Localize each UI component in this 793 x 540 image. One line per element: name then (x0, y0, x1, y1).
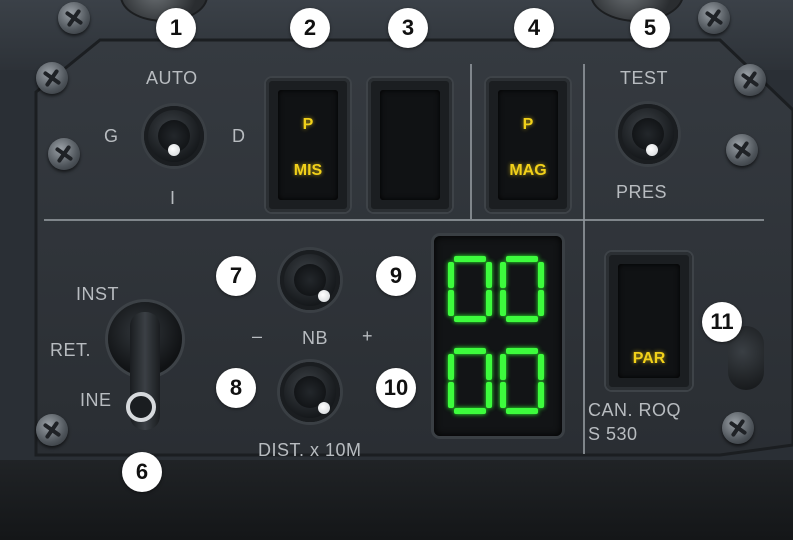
callout-3: 3 (388, 8, 428, 48)
label-d: D (232, 126, 246, 146)
bottom-digits (448, 348, 548, 414)
mis-lamp-p: P (302, 116, 314, 133)
par-lamp-label: PAR (632, 350, 666, 367)
callout-8: 8 (216, 368, 256, 408)
callout-4: 4 (514, 8, 554, 48)
label-nb: NB (302, 328, 329, 348)
display-segment (454, 408, 486, 414)
label-ine: INE (80, 390, 112, 410)
mag-lamp-label: MAG (509, 162, 547, 179)
blank-lamp[interactable] (368, 78, 452, 212)
toggle-tip-icon (318, 290, 330, 302)
mag-lamp-p: P (522, 116, 534, 133)
label-auto: AUTO (146, 68, 198, 88)
display-segment (500, 262, 506, 288)
mis-warning-lamp[interactable]: P MIS (266, 78, 350, 212)
label-ret: RET. (50, 340, 92, 360)
screw-icon (36, 62, 68, 94)
screw-icon (48, 138, 80, 170)
label-pres: PRES (616, 182, 668, 202)
cockpit-scene: AUTO G D I P MIS P MAG TEST PRES INST RE… (0, 0, 793, 540)
screw-icon (734, 64, 766, 96)
digit-zero (448, 256, 492, 322)
display-segment (486, 290, 492, 316)
horizontal-divider (44, 219, 764, 221)
screw-icon (36, 414, 68, 446)
display-segment (506, 408, 538, 414)
display-segment (538, 290, 544, 316)
display-segment (454, 256, 486, 262)
display-segment (538, 354, 544, 380)
inst-ret-ine-selector[interactable] (108, 302, 182, 430)
display-segment (486, 354, 492, 380)
par-lamp[interactable]: PAR (606, 252, 692, 390)
screw-icon (698, 2, 730, 34)
callout-1: 1 (156, 8, 196, 48)
display-segment (506, 316, 538, 322)
callout-7: 7 (216, 256, 256, 296)
display-segment (538, 262, 544, 288)
display-segment (506, 256, 538, 262)
display-segment (454, 348, 486, 354)
digit-zero (500, 256, 544, 322)
display-segment (448, 262, 454, 288)
display-segment (500, 354, 506, 380)
label-can-roq: CAN. ROQ (588, 400, 682, 420)
screw-icon (722, 412, 754, 444)
label-minus: – (252, 326, 263, 346)
nb-switch[interactable] (280, 250, 340, 310)
display-segment (448, 290, 454, 316)
display-segment (500, 382, 506, 408)
screw-icon (726, 134, 758, 166)
top-digits (448, 256, 548, 322)
label-test: TEST (620, 68, 669, 88)
mag-warning-lamp[interactable]: P MAG (486, 78, 570, 212)
display-segment (454, 316, 486, 322)
display-segment (486, 262, 492, 288)
display-segment (448, 354, 454, 380)
toggle-tip-icon (318, 402, 330, 414)
mode-selector-switch[interactable] (144, 106, 204, 166)
label-g: G (104, 126, 119, 146)
callout-9: 9 (376, 256, 416, 296)
mis-lamp-label: MIS (293, 162, 323, 179)
label-inst: INST (76, 284, 120, 304)
toggle-tip-icon (168, 144, 180, 156)
display-segment (506, 348, 538, 354)
label-s530: S 530 (588, 424, 638, 444)
vertical-divider (583, 64, 585, 454)
callout-2: 2 (290, 8, 330, 48)
label-plus: + (362, 326, 374, 346)
callout-11: 11 (702, 302, 742, 342)
callout-6: 6 (122, 452, 162, 492)
digital-display (434, 236, 562, 436)
label-i: I (170, 188, 176, 208)
display-segment (500, 290, 506, 316)
test-pres-switch[interactable] (618, 104, 678, 164)
selector-ring-icon (126, 392, 156, 422)
screw-icon (58, 2, 90, 34)
toggle-tip-icon (646, 144, 658, 156)
vertical-divider (470, 64, 472, 219)
display-segment (538, 382, 544, 408)
dist-switch[interactable] (280, 362, 340, 422)
display-segment (486, 382, 492, 408)
digit-zero (448, 348, 492, 414)
callout-10: 10 (376, 368, 416, 408)
label-dist: DIST. x 10M (258, 440, 362, 460)
digit-zero (500, 348, 544, 414)
display-segment (448, 382, 454, 408)
callout-5: 5 (630, 8, 670, 48)
